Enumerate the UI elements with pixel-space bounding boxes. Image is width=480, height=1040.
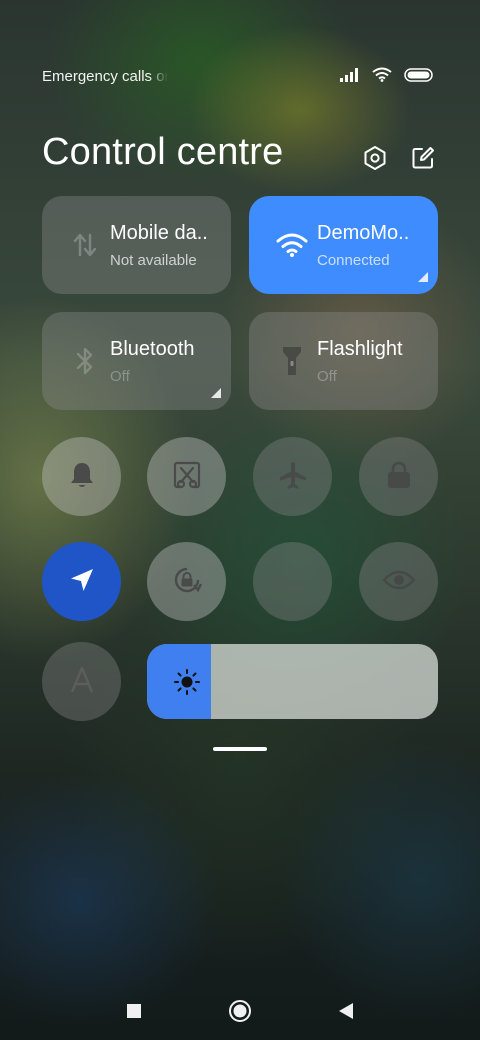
wifi-icon <box>372 67 392 86</box>
settings-icon[interactable] <box>362 145 388 171</box>
page-title: Control centre <box>42 130 284 173</box>
bell-icon <box>68 460 96 494</box>
flashlight-icon <box>275 344 309 378</box>
brightness-slider[interactable] <box>147 644 438 719</box>
toggle-reading-mode[interactable] <box>359 542 438 621</box>
toggle-auto-brightness[interactable] <box>42 642 121 721</box>
back-icon[interactable] <box>333 998 359 1024</box>
tile-flashlight-subtitle: Off <box>317 368 337 385</box>
airplane-icon <box>277 459 309 495</box>
tile-flashlight[interactable]: Flashlight Off <box>249 312 438 410</box>
lock-icon <box>386 460 412 494</box>
bluetooth-icon <box>68 344 102 378</box>
screenshot-icon <box>172 460 202 494</box>
auto-brightness-icon <box>68 666 96 698</box>
toggle-screenshot[interactable] <box>147 437 226 516</box>
navigation-bar <box>0 990 480 1032</box>
toggle-lock-screen[interactable] <box>359 437 438 516</box>
tile-bluetooth-subtitle: Off <box>110 368 130 385</box>
toggle-cast[interactable] <box>253 542 332 621</box>
toggle-airplane[interactable] <box>253 437 332 516</box>
tile-bluetooth-title: Bluetooth <box>110 338 195 360</box>
signal-icon <box>340 67 360 86</box>
tile-mobile-data-title: Mobile da.. <box>110 222 208 244</box>
toggle-rotation-lock[interactable] <box>147 542 226 621</box>
tile-bluetooth-expand-icon[interactable] <box>211 388 221 398</box>
edit-icon[interactable] <box>410 145 436 171</box>
tile-mobile-data-subtitle: Not available <box>110 252 197 269</box>
sun-icon <box>173 668 201 696</box>
toggle-location[interactable] <box>42 542 121 621</box>
status-bar: Emergency calls only <box>42 62 434 90</box>
carrier-text: Emergency calls only <box>42 67 168 85</box>
recents-icon[interactable] <box>121 998 147 1024</box>
tile-wifi-subtitle: Connected <box>317 252 390 269</box>
reading-mode-icon <box>381 568 416 596</box>
tile-wifi[interactable]: DemoMo.. Connected <box>249 196 438 294</box>
tile-mobile-data[interactable]: Mobile da.. Not available <box>42 196 231 294</box>
header: Control centre <box>42 124 436 180</box>
toggle-silent[interactable] <box>42 437 121 516</box>
tile-bluetooth[interactable]: Bluetooth Off <box>42 312 231 410</box>
wifi-icon <box>275 228 309 262</box>
status-icons <box>340 67 434 86</box>
mobile-data-icon <box>68 228 102 262</box>
tile-wifi-expand-icon[interactable] <box>418 272 428 282</box>
cast-icon <box>278 565 308 599</box>
header-actions <box>362 145 436 171</box>
panel-handle[interactable] <box>213 747 267 751</box>
location-icon <box>67 565 97 599</box>
battery-icon <box>404 67 434 86</box>
home-icon[interactable] <box>227 998 253 1024</box>
tile-wifi-title: DemoMo.. <box>317 222 410 244</box>
rotation-lock-icon <box>170 563 204 601</box>
tile-flashlight-title: Flashlight <box>317 338 403 360</box>
